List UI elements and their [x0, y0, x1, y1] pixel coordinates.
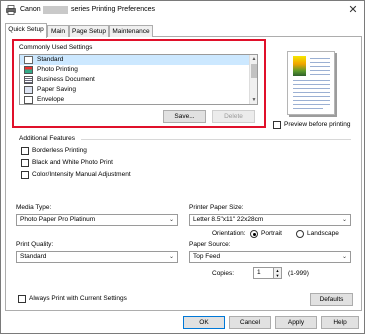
chevron-down-icon: ⌄ — [168, 217, 174, 223]
scroll-up-icon[interactable]: ▲ — [250, 55, 257, 63]
chevron-down-icon: ⌄ — [341, 254, 347, 260]
list-item-paper-saving[interactable]: Paper Saving — [20, 85, 257, 95]
printer-paper-size-dropdown[interactable]: Letter 8.5"x11" 22x28cm ⌄ — [189, 214, 351, 226]
print-quality-label: Print Quality: — [16, 241, 54, 248]
save-button[interactable]: Save... — [163, 110, 206, 123]
list-scrollbar[interactable]: ▲ ▼ — [249, 55, 257, 104]
tab-main[interactable]: Main — [47, 25, 69, 37]
tab-quick-setup[interactable]: Quick Setup — [5, 23, 47, 38]
list-item-photo-printing[interactable]: Photo Printing — [20, 65, 257, 75]
tab-maintenance[interactable]: Maintenance — [109, 25, 153, 37]
borderless-printing-checkbox[interactable] — [21, 147, 29, 155]
copies-input[interactable]: 1 — [253, 267, 274, 279]
always-print-checkbox[interactable] — [18, 295, 26, 303]
printer-paper-size-label: Printer Paper Size: — [189, 204, 244, 211]
copies-stepper[interactable]: ▲ ▼ — [274, 267, 282, 279]
copies-range: (1-999) — [288, 270, 309, 277]
redacted-model-name — [43, 6, 68, 14]
list-item-envelope[interactable]: Envelope — [20, 95, 257, 104]
copies-label: Copies: — [212, 270, 235, 277]
paper-saving-icon — [24, 86, 33, 94]
list-item-label: Photo Printing — [37, 66, 78, 73]
preview-text-line — [310, 66, 330, 67]
preview-text-line — [293, 104, 330, 105]
page-preview — [287, 51, 335, 115]
scroll-down-icon[interactable]: ▼ — [250, 96, 257, 104]
media-type-label: Media Type: — [16, 204, 52, 211]
black-white-photo-checkbox[interactable] — [21, 159, 29, 167]
preview-text-line — [310, 74, 330, 75]
preview-text-line — [310, 62, 330, 63]
preview-text-line — [310, 70, 330, 71]
defaults-button[interactable]: Defaults — [310, 293, 353, 306]
preview-text-line — [310, 58, 330, 59]
preview-text-line — [293, 100, 330, 101]
commonly-used-title: Commonly Used Settings — [19, 44, 93, 51]
commonly-used-list[interactable]: Standard Photo Printing Business Documen… — [19, 54, 258, 105]
list-item-label: Paper Saving — [37, 86, 77, 93]
tab-page-setup[interactable]: Page Setup — [69, 25, 109, 37]
printer-paper-size-value: Letter 8.5"x11" 22x28cm — [193, 216, 264, 223]
landscape-radio[interactable] — [296, 230, 304, 238]
list-item-standard[interactable]: Standard — [20, 55, 249, 65]
additional-features-title: Additional Features — [19, 135, 76, 142]
portrait-radio[interactable] — [250, 230, 258, 238]
preview-before-printing-checkbox[interactable] — [273, 121, 281, 129]
color-intensity-checkbox[interactable] — [21, 171, 29, 179]
paper-source-dropdown[interactable]: Top Feed ⌄ — [189, 251, 351, 263]
list-item-label: Standard — [37, 56, 64, 63]
group-divider — [81, 139, 351, 140]
printing-preferences-window: Canon series Printing Preferences ✕ Quic… — [0, 0, 365, 334]
preview-text-line — [293, 96, 330, 97]
borderless-printing-label: Borderless Printing — [32, 147, 87, 154]
cancel-button[interactable]: Cancel — [229, 316, 271, 329]
delete-button[interactable]: Delete — [212, 110, 255, 123]
help-button[interactable]: Help — [321, 316, 359, 329]
scroll-thumb[interactable] — [251, 64, 257, 78]
close-icon[interactable]: ✕ — [345, 2, 361, 18]
always-print-label: Always Print with Current Settings — [29, 295, 127, 302]
copies-value: 1 — [257, 269, 261, 276]
standard-setting-icon — [24, 56, 33, 64]
apply-button[interactable]: Apply — [275, 316, 317, 329]
print-quality-value: Standard — [20, 253, 47, 260]
stepper-down-icon[interactable]: ▼ — [274, 273, 281, 278]
print-quality-dropdown[interactable]: Standard ⌄ — [16, 251, 178, 263]
preview-photo — [293, 56, 306, 76]
media-type-dropdown[interactable]: Photo Paper Pro Platinum ⌄ — [16, 214, 178, 226]
black-white-photo-label: Black and White Photo Print — [32, 159, 113, 166]
chevron-down-icon: ⌄ — [341, 217, 347, 223]
document-icon — [24, 76, 33, 84]
list-item-label: Envelope — [37, 96, 65, 103]
preview-before-printing-label: Preview before printing — [284, 121, 351, 128]
preview-text-line — [293, 80, 330, 81]
preview-text-line — [293, 88, 330, 89]
list-item-business-document[interactable]: Business Document — [20, 75, 257, 85]
window-title-prefix: Canon — [20, 6, 41, 13]
paper-source-value: Top Feed — [193, 253, 221, 260]
chevron-down-icon: ⌄ — [168, 254, 174, 260]
ok-button[interactable]: OK — [183, 316, 225, 329]
color-intensity-label: Color/Intensity Manual Adjustment — [32, 171, 131, 178]
photo-icon — [24, 66, 33, 74]
window-title-suffix: series Printing Preferences — [71, 6, 156, 13]
media-type-value: Photo Paper Pro Platinum — [20, 216, 96, 223]
printer-app-icon — [6, 5, 16, 15]
preview-text-line — [293, 84, 330, 85]
paper-source-label: Paper Source: — [189, 241, 231, 248]
portrait-label: Portrait — [261, 230, 282, 237]
orientation-label: Orientation: — [212, 230, 246, 237]
envelope-icon — [24, 96, 33, 104]
preview-text-line — [293, 92, 330, 93]
preview-text-line — [293, 108, 323, 109]
list-item-label: Business Document — [37, 76, 95, 83]
title-bar: Canon series Printing Preferences ✕ — [1, 1, 364, 19]
landscape-label: Landscape — [307, 230, 339, 237]
